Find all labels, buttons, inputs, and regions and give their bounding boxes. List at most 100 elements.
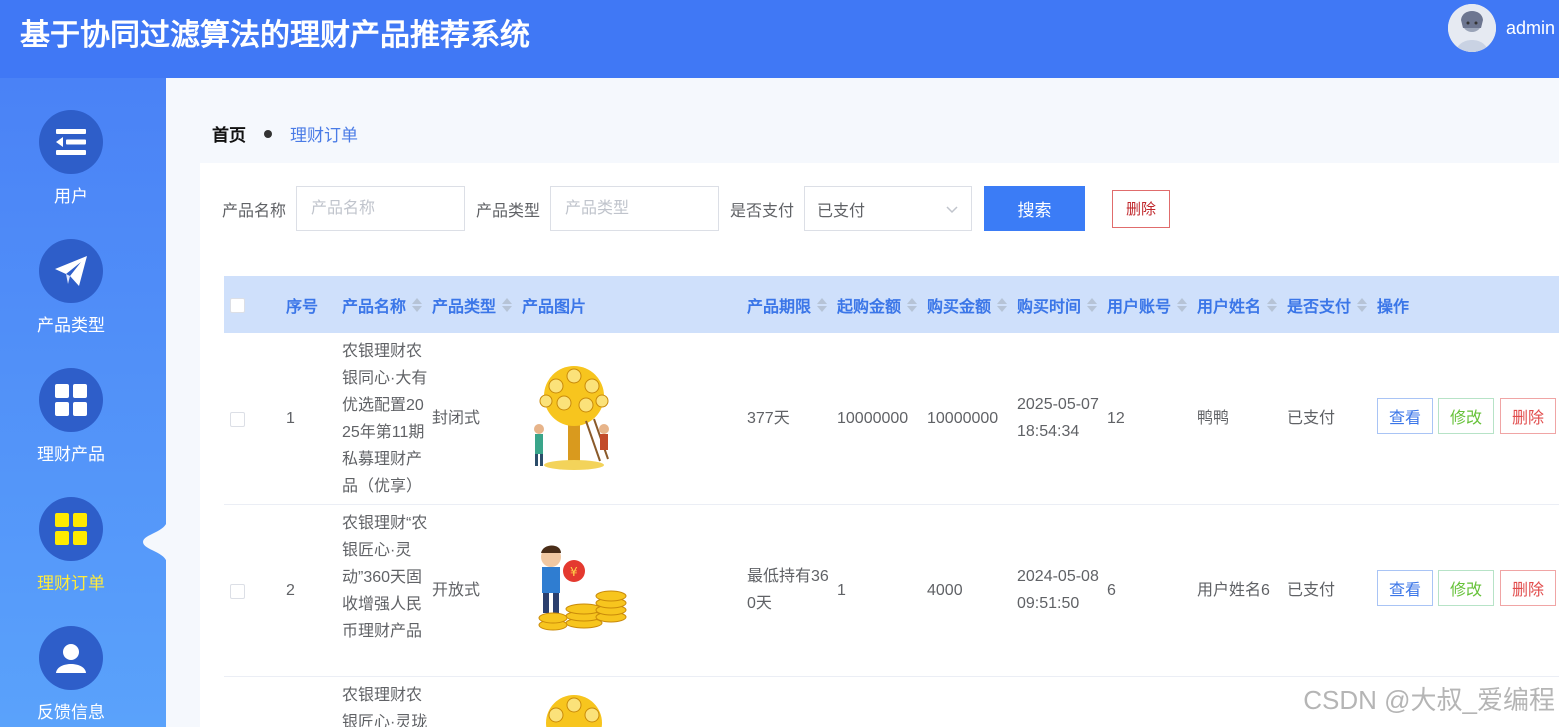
view-button[interactable]: 查看 — [1377, 398, 1433, 434]
sidebar-item-label: 用户 — [54, 187, 88, 206]
column-header-time[interactable]: 购买时间 — [1017, 276, 1098, 333]
active-indicator — [143, 520, 167, 564]
column-header-paid[interactable]: 是否支付 — [1287, 276, 1368, 333]
product-type-input[interactable] — [550, 186, 720, 231]
view-button[interactable]: 查看 — [1377, 570, 1433, 606]
delete-button[interactable]: 删除 — [1500, 570, 1556, 606]
nav-icon-circle — [39, 626, 103, 690]
column-header-label: 购买金额 — [927, 298, 992, 316]
column-header-actions: 操作 — [1377, 276, 1409, 333]
user-menu[interactable]: admin — [1447, 4, 1555, 52]
cell-index: 1 — [286, 410, 295, 427]
edit-button[interactable]: 修改 — [1438, 570, 1494, 606]
top-header: 基于协同过滤算法的理财产品推荐系统 admin — [0, 0, 1559, 78]
row-checkbox[interactable] — [230, 584, 245, 599]
sidebar-item-label: 产品类型 — [37, 316, 105, 335]
sidebar-item-label: 反馈信息 — [37, 703, 105, 722]
product-name-input[interactable] — [296, 186, 466, 231]
sort-icon[interactable] — [412, 297, 423, 312]
column-header-product-type[interactable]: 产品类型 — [432, 276, 513, 333]
delete-button[interactable]: 删除 — [1500, 398, 1556, 434]
nav-icon-circle — [39, 497, 103, 561]
username: admin — [1505, 17, 1555, 38]
app-title: 基于协同过滤算法的理财产品推荐系统 — [20, 19, 530, 52]
nav-icon-circle — [39, 239, 103, 303]
cell-product-name: 农银理财农银同心·大有优选配置2025年第11期私募理财产品（优享） — [342, 343, 428, 495]
table-header: 序号 产品名称 产品类型 产品图片 产品期限 起购金额 购买金额 购买时间 用户… — [224, 276, 1559, 333]
column-header-label: 产品类型 — [432, 298, 497, 316]
column-header-label: 产品名称 — [342, 298, 407, 316]
cell-account: 12 — [1107, 410, 1125, 427]
cell-product-type: 开放式 — [432, 582, 481, 599]
table-row: 1 农银理财农银同心·大有优选配置2025年第11期私募理财产品（优享） 封闭式… — [224, 333, 1559, 505]
product-type-label: 产品类型 — [476, 202, 541, 220]
sidebar-item-product-types[interactable]: 产品类型 — [0, 239, 142, 359]
sidebar-item-orders[interactable]: 理财订单 — [0, 497, 142, 617]
column-header-amount[interactable]: 购买金额 — [927, 276, 1008, 333]
user-icon — [56, 644, 86, 673]
column-header-label: 用户姓名 — [1197, 298, 1262, 316]
column-header-label: 用户账号 — [1107, 298, 1172, 316]
sort-icon[interactable] — [1087, 297, 1098, 312]
breadcrumb-current: 理财订单 — [290, 126, 358, 145]
sidebar-item-products[interactable]: 理财产品 — [0, 368, 142, 488]
cell-term: 最低持有360天 — [747, 568, 829, 612]
sort-icon[interactable] — [1267, 297, 1278, 312]
search-button[interactable]: 搜索 — [984, 186, 1086, 231]
cell-user-name: 鸭鸭 — [1197, 410, 1230, 427]
product-name-label: 产品名称 — [222, 202, 287, 220]
row-checkbox[interactable] — [230, 412, 245, 427]
paid-select[interactable]: 已支付 — [804, 186, 973, 231]
cell-paid: 已支付 — [1287, 410, 1336, 427]
breadcrumb-home[interactable]: 首页 — [212, 121, 246, 146]
cell-min-amount: 1 — [837, 582, 846, 599]
sort-icon[interactable] — [1177, 297, 1188, 312]
cell-min-amount: 10000000 — [837, 410, 909, 427]
paid-label: 是否支付 — [730, 202, 795, 220]
nav-icon-circle — [39, 110, 103, 174]
cell-account: 6 — [1107, 582, 1116, 599]
batch-delete-button[interactable]: 删除 — [1112, 189, 1171, 228]
cell-paid: 已支付 — [1287, 582, 1336, 599]
column-header-label: 起购金额 — [837, 298, 902, 316]
column-header-term[interactable]: 产品期限 — [747, 276, 828, 333]
breadcrumb-separator — [264, 129, 272, 138]
sidebar-item-feedback[interactable]: 反馈信息 — [0, 626, 142, 727]
cell-product-name: 农银理财“农银匠心·灵动”360天固收增强人民币理财产品 — [342, 515, 428, 640]
column-header-product-name[interactable]: 产品名称 — [342, 276, 423, 333]
cell-amount: 4000 — [927, 582, 963, 599]
paper-plane-icon — [55, 256, 87, 286]
sort-icon[interactable] — [997, 297, 1008, 312]
column-header-label: 产品期限 — [747, 298, 812, 316]
sidebar-item-users[interactable]: 用户 — [0, 110, 142, 230]
coins-person-image: ¥ — [538, 545, 627, 631]
column-header-label: 序号 — [286, 298, 319, 316]
cell-time: 2025-05-07 18:54:34 — [1017, 396, 1099, 440]
select-all-checkbox[interactable] — [230, 298, 245, 313]
avatar[interactable] — [1447, 4, 1496, 52]
sort-icon[interactable] — [817, 297, 828, 312]
sidebar-item-label: 理财订单 — [37, 574, 105, 593]
edit-button[interactable]: 修改 — [1438, 398, 1494, 434]
breadcrumb: 首页 理财订单 — [212, 121, 358, 146]
grid-icon — [55, 513, 87, 545]
column-header-product-image: 产品图片 — [522, 276, 586, 333]
sidebar: 用户 产品类型 理财产品 理财订单 反馈信息 — [0, 78, 167, 727]
chevron-down-icon — [946, 206, 958, 214]
paid-select-value: 已支付 — [817, 202, 866, 220]
column-header-index: 序号 — [286, 276, 318, 333]
money-tree-image — [534, 366, 609, 470]
orders-table: 序号 产品名称 产品类型 产品图片 产品期限 起购金额 购买金额 购买时间 用户… — [224, 276, 1559, 727]
column-header-account[interactable]: 用户账号 — [1107, 276, 1188, 333]
nav-icon-circle — [39, 368, 103, 432]
cell-product-type: 封闭式 — [432, 410, 481, 427]
sort-icon[interactable] — [1357, 297, 1368, 312]
watermark: CSDN @大叔_爱编程 — [1303, 685, 1555, 715]
sort-icon[interactable] — [502, 297, 513, 312]
money-tree-image — [546, 695, 602, 727]
column-header-user-name[interactable]: 用户姓名 — [1197, 276, 1278, 333]
cell-term: 377天 — [747, 410, 790, 427]
column-header-min-amount[interactable]: 起购金额 — [837, 276, 918, 333]
sort-icon[interactable] — [907, 297, 918, 312]
cell-index: 2 — [286, 582, 295, 599]
